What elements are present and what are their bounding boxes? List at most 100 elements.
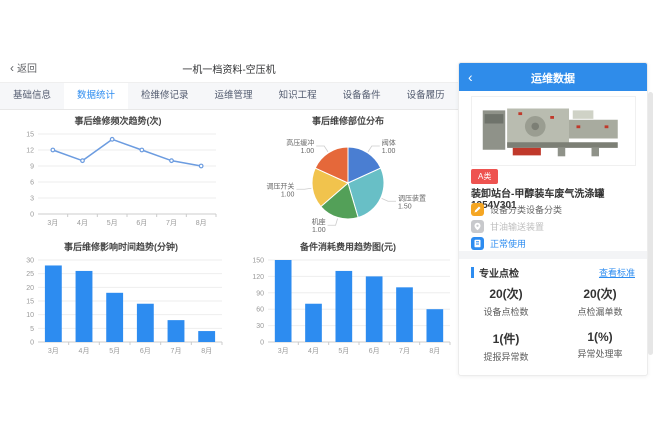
svg-text:1.00: 1.00 <box>382 148 396 155</box>
section-header: 专业点检 <box>471 265 519 280</box>
page-title: 一机一档资料-空压机 <box>0 61 458 76</box>
svg-text:25: 25 <box>26 271 34 278</box>
svg-text:调压装置: 调压装置 <box>398 193 426 202</box>
class-a-badge: A类 <box>471 169 498 184</box>
svg-text:30: 30 <box>256 323 264 330</box>
panel-header: ‹ 运维数据 <box>459 63 647 91</box>
tab-5[interactable]: 设备备件 <box>330 83 394 109</box>
svg-text:8月: 8月 <box>196 219 207 227</box>
svg-text:6月: 6月 <box>140 347 151 355</box>
operation-data-panel: ‹ 运维数据 A类 装卸站台-甲醇装车废 <box>458 62 648 376</box>
panel-scrollbar[interactable] <box>648 92 653 355</box>
status-label: 正常使用 <box>490 237 526 250</box>
bar-chart-minutes: 0 5 10 15 20 25 30 3月 4月 5月 6月 7月 8月 <box>12 254 230 358</box>
page-header: ‹返回 一机一档资料-空压机 <box>0 56 458 82</box>
svg-text:5月: 5月 <box>338 347 349 355</box>
equipment-photo <box>471 96 636 166</box>
svg-text:3月: 3月 <box>48 347 59 355</box>
meta-row-status: 正常使用 <box>471 237 526 250</box>
chart-card-downtime: 事后维修影响时间趋势(分钟) 0 5 10 15 20 25 30 3月 4月 5月 6月 7月 8月 <box>12 240 230 363</box>
tab-6[interactable]: 设备履历 <box>394 83 458 109</box>
stat-label: 设备点检数 <box>459 305 553 318</box>
svg-text:6月: 6月 <box>369 347 380 355</box>
stat-label: 异常处理率 <box>553 347 647 360</box>
svg-text:12: 12 <box>26 148 34 155</box>
tab-1[interactable]: 数据统计 <box>64 83 128 109</box>
svg-text:6: 6 <box>30 180 34 187</box>
tab-bar: 基础信息数据统计检维修记录运维管理知识工程设备备件设备履历 <box>0 83 458 110</box>
pie-chart: 阀体1.00调压装置1.50机座1.00调压开关1.00高压缓冲1.00 <box>236 128 460 234</box>
tab-4[interactable]: 知识工程 <box>266 83 330 109</box>
svg-text:8月: 8月 <box>201 347 212 355</box>
chart-title: 事后维修部位分布 <box>236 114 460 128</box>
svg-text:9: 9 <box>30 164 34 171</box>
category-icon <box>471 203 484 216</box>
tab-0[interactable]: 基础信息 <box>0 83 64 109</box>
svg-text:1.00: 1.00 <box>312 227 326 234</box>
location-icon <box>471 220 484 233</box>
meta-row-location: 甘油输送装置 <box>471 220 544 233</box>
svg-text:0: 0 <box>30 340 34 347</box>
stat-value: 20(次) <box>553 285 647 302</box>
meta-label: 甘油输送装置 <box>490 220 544 233</box>
stat-label: 点检漏单数 <box>553 305 647 318</box>
svg-text:5月: 5月 <box>109 347 120 355</box>
chart-card-repair-frequency: 事后维修频次趋势(次) 036912153月4月5月6月7月8月 <box>12 114 224 235</box>
svg-text:3月: 3月 <box>278 347 289 355</box>
tab-2[interactable]: 检维修记录 <box>128 83 202 109</box>
tab-3[interactable]: 运维管理 <box>202 83 266 109</box>
svg-text:150: 150 <box>252 258 264 265</box>
svg-text:4月: 4月 <box>79 347 90 355</box>
stat-missed-count: 20(次) 点检漏单数 <box>553 285 647 318</box>
status-icon <box>471 237 484 250</box>
svg-text:5: 5 <box>30 326 34 333</box>
svg-text:机座: 机座 <box>312 217 326 226</box>
stat-value: 1(件) <box>459 330 553 347</box>
svg-text:15: 15 <box>26 132 34 139</box>
stat-abnormal-count: 1(件) 提报异常数 <box>459 330 553 363</box>
svg-text:调压开关: 调压开关 <box>266 181 294 190</box>
stat-value: 1(%) <box>553 330 647 344</box>
stats-grid: 20(次) 设备点检数 20(次) 点检漏单数 1(件) 提报异常数 1(%) … <box>459 285 647 363</box>
svg-text:高压缓冲: 高压缓冲 <box>286 138 314 147</box>
app-window: ‹返回 一机一档资料-空压机 基础信息数据统计检维修记录运维管理知识工程设备备件… <box>0 0 658 429</box>
svg-text:阀体: 阀体 <box>382 138 396 147</box>
section-title: 专业点检 <box>479 265 519 280</box>
chart-card-part-distribution: 事后维修部位分布 阀体1.00调压装置1.50机座1.00调压开关1.00高压缓… <box>236 114 460 239</box>
svg-text:0: 0 <box>30 212 34 219</box>
svg-text:60: 60 <box>256 307 264 314</box>
svg-text:30: 30 <box>26 258 34 265</box>
svg-text:4月: 4月 <box>308 347 319 355</box>
svg-text:7月: 7月 <box>399 347 410 355</box>
svg-text:15: 15 <box>26 299 34 306</box>
meta-label: 设备分类设备分类 <box>490 203 562 216</box>
chart-title: 备件消耗费用趋势图(元) <box>238 240 458 254</box>
stat-value: 20(次) <box>459 285 553 302</box>
meta-row-category: 设备分类设备分类 <box>471 203 562 216</box>
svg-text:3月: 3月 <box>47 219 58 227</box>
svg-text:1.50: 1.50 <box>398 203 412 210</box>
svg-text:7月: 7月 <box>171 347 182 355</box>
bar-chart-cost: 0 30 60 90 120 150 3月 4月 5月 6月 7月 8月 <box>238 254 458 358</box>
section-accent-bar <box>471 267 474 278</box>
chart-title: 事后维修频次趋势(次) <box>12 114 224 128</box>
line-chart: 036912153月4月5月6月7月8月 <box>12 128 224 230</box>
svg-text:90: 90 <box>256 290 264 297</box>
svg-text:120: 120 <box>252 274 264 281</box>
stat-label: 提报异常数 <box>459 350 553 363</box>
view-standard-link[interactable]: 查看标准 <box>599 266 635 279</box>
chart-card-spare-cost: 备件消耗费用趋势图(元) 0 30 60 90 120 150 3月 4月 5月 6月 7月 8月 <box>238 240 458 363</box>
svg-text:0: 0 <box>260 340 264 347</box>
stat-handle-rate: 1(%) 异常处理率 <box>553 330 647 363</box>
svg-text:8月: 8月 <box>429 347 440 355</box>
stat-inspection-count: 20(次) 设备点检数 <box>459 285 553 318</box>
svg-text:4月: 4月 <box>77 219 88 227</box>
svg-text:20: 20 <box>26 285 34 292</box>
svg-text:1.00: 1.00 <box>301 148 315 155</box>
svg-text:1.00: 1.00 <box>281 191 295 198</box>
svg-text:10: 10 <box>26 312 34 319</box>
svg-text:5月: 5月 <box>107 219 118 227</box>
svg-text:3: 3 <box>30 196 34 203</box>
chart-title: 事后维修影响时间趋势(分钟) <box>12 240 230 254</box>
section-divider <box>459 251 647 259</box>
